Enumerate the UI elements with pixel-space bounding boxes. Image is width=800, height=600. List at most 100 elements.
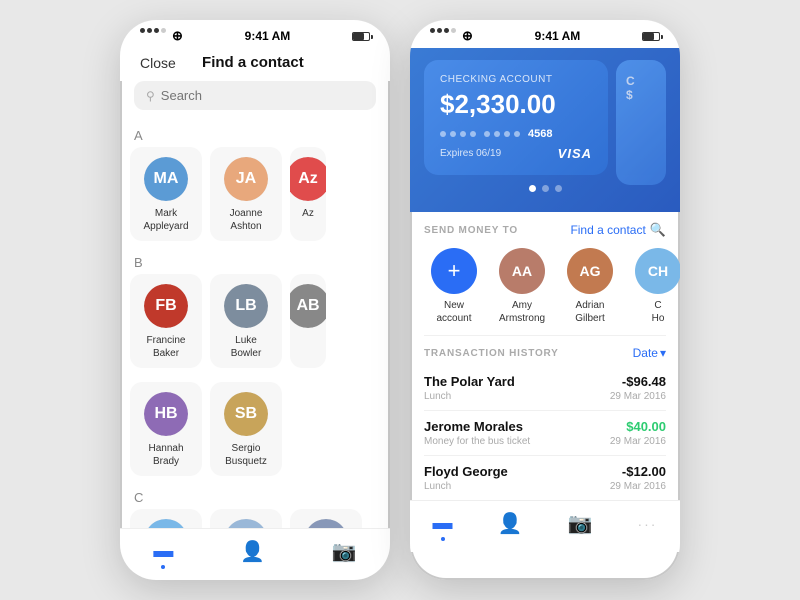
signal-dot-2 [147,28,152,33]
search-input[interactable] [161,88,364,103]
avatar-adrian: AG [567,248,613,294]
avatar-ant: AB [290,284,326,328]
avatar-c2-placeholder: C2 [224,519,268,528]
avatar-francine: FB [144,284,188,328]
status-time-left: 9:41 AM [245,29,291,43]
tx-amount-floyd: -$12.00 [622,464,666,479]
send-new-account[interactable]: + Newaccount [424,248,484,325]
card-icon: ▬ [153,540,173,563]
avatar-joanne: JA [224,157,268,201]
tx-sub-jerome: Money for the bus ticket 29 Mar 2016 [424,436,666,447]
phones-container: ⊕ 9:41 AM Close Find a contact ⚲ A [120,20,680,580]
nav-more-right[interactable]: ··· [637,516,657,532]
nav-camera-right[interactable]: 📷 [568,511,593,536]
bottom-nav-right: ▬ 👤 📷 ··· [410,500,680,552]
tx-name-jerome: Jerome Morales [424,419,523,434]
person-icon: 👤 [240,539,265,564]
tx-name-floyd: Floyd George [424,464,508,479]
right-phone-content: Checking account $2,330.00 4568 [410,48,680,552]
right-phone: ⊕ 9:41 AM Checking account $2,330.00 [410,20,680,580]
close-button[interactable]: Close [140,55,176,71]
contact-name-joanne: JoanneAshton [230,207,263,233]
avatar-adrian-initials: AG [580,263,601,279]
send-adrian[interactable]: AG AdrianGilbert [560,248,620,325]
camera-icon: 📷 [332,539,357,564]
second-card-peek: C$ [616,60,666,185]
card-number-last4: 4568 [528,128,552,140]
contact-luke-bowler[interactable]: LB LukeBowler [210,274,282,368]
new-account-button[interactable]: + [431,248,477,294]
find-contact-link[interactable]: Find a contact 🔍 [570,222,666,238]
nav-person-left[interactable]: 👤 [240,539,265,564]
signal-dots: ⊕ [140,28,183,44]
tx-date-floyd: 29 Mar 2016 [610,481,666,492]
contacts-grid-b2: HB HannahBrady SB SergioBusquetz [130,382,380,482]
avatar-amy-initials: AA [512,263,532,279]
contact-sergio-busquetz[interactable]: SB SergioBusquetz [210,382,282,476]
card-dot-2 [450,131,456,137]
status-time-right: 9:41 AM [535,29,581,43]
contact-c3[interactable]: C3 C3 [290,509,362,528]
avatar-aztec: Az [290,157,326,201]
nav-card-left[interactable]: ▬ [153,540,173,563]
nav-active-indicator [161,565,165,569]
nav-active-dot-right [441,537,445,541]
avatar-ant-placeholder: AB [290,284,326,328]
contact-joanne-ashton[interactable]: JA JoanneAshton [210,147,282,241]
avatar-luke-placeholder: LB [224,284,268,328]
tx-amount-jerome: $40.00 [626,419,666,434]
contact-c2[interactable]: C2 C2 [210,509,282,528]
card-dots-row: 4568 [440,128,592,140]
contact-c1[interactable]: C1 C1 [130,509,202,528]
avatar-hannah: HB [144,392,188,436]
avatar-cho-initials: CH [648,263,668,279]
card-dot-8 [514,131,520,137]
transaction-list: The Polar Yard -$96.48 Lunch 29 Mar 2016… [410,366,680,500]
contact-name-aztec: Az [302,207,314,220]
signal-dot-1 [140,28,145,33]
card-icon-right: ▬ [433,512,453,535]
avatar-luke: LB [224,284,268,328]
chevron-down-icon: ▾ [660,346,666,360]
contact-mark-appleyard[interactable]: MA MarkAppleyard [130,147,202,241]
send-amy[interactable]: AA AmyArmstrong [492,248,552,325]
page-title: Find a contact [202,54,304,71]
search-bar[interactable]: ⚲ [134,81,376,110]
tx-sub-polar: Lunch 29 Mar 2016 [424,391,666,402]
avatar-sergio-placeholder: SB [224,392,268,436]
avatar-francine-placeholder: FB [144,284,188,328]
tx-jerome-morales[interactable]: Jerome Morales $40.00 Money for the bus … [424,411,666,456]
nav-person-right[interactable]: 👤 [498,511,523,536]
indicator-2 [542,185,549,192]
contact-hannah-brady[interactable]: HB HannahBrady [130,382,202,476]
send-cho[interactable]: CH CHo [628,248,680,325]
nav-card-right[interactable]: ▬ [433,512,453,535]
tx-row-3: Floyd George -$12.00 [424,464,666,479]
avatar-amy: AA [499,248,545,294]
contact-ant-partial[interactable]: AB [290,274,326,368]
nav-camera-left[interactable]: 📷 [332,539,357,564]
card-dot-1 [440,131,446,137]
find-contact-label: Find a contact [570,223,645,237]
tx-filter-button[interactable]: Date ▾ [633,346,666,360]
contacts-scroll[interactable]: A MA MarkAppleyard JA JoanneAshton Az [120,120,390,528]
contact-francine-baker[interactable]: FB FrancineBaker [130,274,202,368]
bank-card[interactable]: Checking account $2,330.00 4568 [424,60,608,175]
contact-name-francine: FrancineBaker [147,334,186,360]
tx-row-2: Jerome Morales $40.00 [424,419,666,434]
send-new-label: Newaccount [436,299,471,325]
avatar-c1-placeholder: C1 [144,519,188,528]
signal-dot-3 [154,28,159,33]
contact-aztec-partial[interactable]: Az Az [290,147,326,241]
tx-cat-jerome: Money for the bus ticket [424,436,530,447]
section-label-a: A [130,120,380,147]
card-indicators [424,185,666,196]
tx-floyd-george[interactable]: Floyd George -$12.00 Lunch 29 Mar 2016 [424,456,666,500]
card-dot-4 [470,131,476,137]
tx-polar-yard[interactable]: The Polar Yard -$96.48 Lunch 29 Mar 2016 [424,366,666,411]
avatar-c1: C1 [144,519,188,528]
contacts-grid-b1: FB FrancineBaker LB LukeBowler AB [130,274,380,374]
card-expiry: Expires 06/19 [440,148,501,159]
contacts-grid-a: MA MarkAppleyard JA JoanneAshton Az Az [130,147,380,247]
contact-name-sergio: SergioBusquetz [225,442,267,468]
